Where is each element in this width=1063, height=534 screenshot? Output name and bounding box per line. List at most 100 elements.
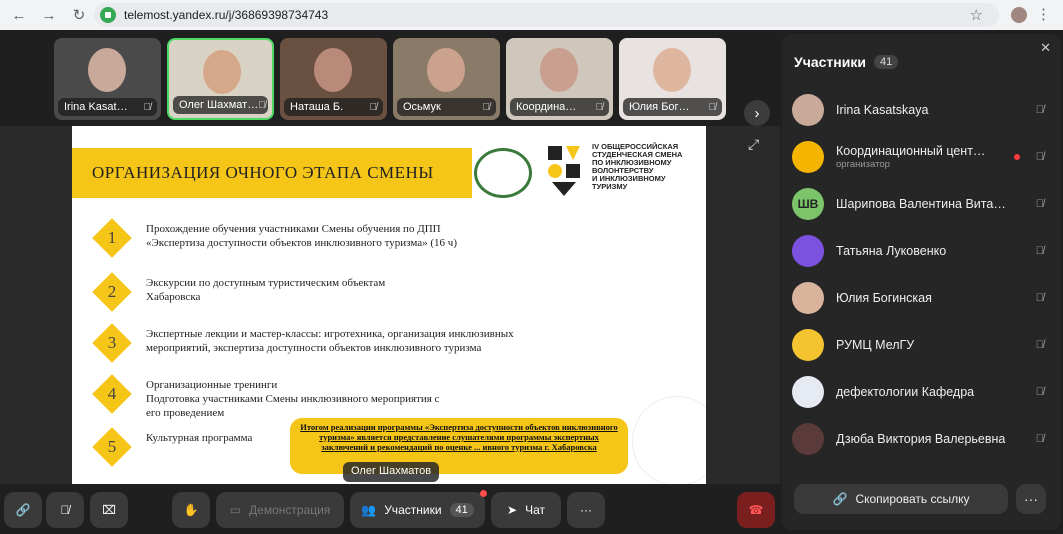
tile-label: Координа… 🎙̸	[510, 98, 609, 116]
tile-label: Наташа Б. 🎙̸	[284, 98, 383, 116]
participant-name: РУМЦ МелГУ	[836, 337, 915, 352]
panel-more-button[interactable]: ···	[1016, 484, 1046, 514]
mic-off-icon: 🎙̸	[595, 101, 604, 113]
participant-video	[653, 48, 691, 92]
mic-off-icon: 🎙̸	[1035, 103, 1044, 116]
participants-label: Участники	[384, 503, 442, 517]
link-icon[interactable]: 🔗	[4, 492, 42, 528]
event-logo	[548, 146, 580, 196]
video-tile[interactable]: Осьмук 🎙̸	[393, 38, 500, 120]
slide-item: 1 Прохождение обучения участниками Смены …	[92, 218, 692, 262]
bookmark-star-icon[interactable]: ☆	[970, 6, 983, 24]
avatar	[792, 93, 824, 126]
video-tile[interactable]: Координа… 🎙̸	[506, 38, 613, 120]
avatar: ШВ	[792, 187, 824, 220]
participant-video	[314, 48, 352, 92]
video-tile[interactable]: Юлия Бог… 🎙̸	[619, 38, 726, 120]
address-bar[interactable]: telemost.yandex.ru/j/36869398734743	[94, 3, 999, 27]
participant-name: Юлия Богинская	[836, 290, 932, 305]
participant-name-block: Шарипова Валентина Вита…	[836, 197, 1008, 211]
chat-button[interactable]: ➤ Чат	[491, 492, 561, 528]
hang-up-icon[interactable]: ☎	[737, 492, 775, 528]
forward-icon[interactable]: →	[38, 4, 60, 26]
tile-label: Irina Kasat… 🎙̸	[58, 98, 157, 116]
participant-video	[540, 48, 578, 92]
speaker-name-tag: Олег Шахматов	[343, 462, 440, 482]
video-tile[interactable]: Наташа Б. 🎙̸	[280, 38, 387, 120]
participant-name: Шарипова Валентина Вита…	[836, 196, 1006, 211]
tile-name: Наташа Б.	[290, 101, 344, 113]
participants-panel-title: Участники	[794, 54, 866, 70]
mic-off-icon: 🎙̸	[1035, 432, 1044, 445]
participant-video	[88, 48, 126, 92]
avatar	[792, 375, 824, 408]
slide-title-bar: ОРГАНИЗАЦИЯ ОЧНОГО ЭТАПА СМЕНЫ	[72, 148, 472, 198]
mic-off-icon: 🎙̸	[1035, 150, 1044, 163]
item-number: 2	[107, 282, 117, 301]
participants-list[interactable]: Irina Kasatskaya 🎙̸ Координационный цент… о…	[792, 86, 1052, 470]
more-options-button[interactable]: ···	[567, 492, 605, 528]
video-tile[interactable]: Irina Kasat… 🎙̸	[54, 38, 161, 120]
link-icon: 🔗	[832, 492, 848, 506]
screen-share-button[interactable]: ▭ Демонстрация	[216, 492, 344, 528]
notification-dot	[480, 490, 487, 497]
participant-row[interactable]: Координационный цент… организатор 🎙̸	[792, 133, 1052, 180]
participants-icon: 👥	[361, 503, 377, 517]
mic-off-icon[interactable]: 🎙̸	[46, 492, 84, 528]
participant-row[interactable]: РУМЦ МелГУ 🎙̸	[792, 321, 1052, 368]
avatar-initials: ШВ	[797, 196, 819, 211]
item-number: 5	[107, 437, 117, 456]
item-number: 4	[107, 384, 117, 403]
mic-off-icon: 🎙̸	[708, 101, 717, 113]
participant-row[interactable]: Татьяна Луковенко 🎙̸	[792, 227, 1052, 274]
participant-name-block: Юлия Богинская	[836, 291, 1008, 305]
slide-item: 4 Организационные тренинги Подготовка уча…	[92, 374, 692, 419]
avatar	[792, 422, 824, 455]
participant-row[interactable]: ШВ Шарипова Валентина Вита… 🎙̸	[792, 180, 1052, 227]
chat-send-icon: ➤	[507, 503, 518, 517]
participant-video	[203, 50, 241, 94]
item-number: 3	[107, 333, 117, 352]
participant-row[interactable]: дефектологии Кафедра 🎙̸	[792, 368, 1052, 415]
participants-panel-count: 41	[873, 55, 899, 69]
chat-label: Чат	[525, 503, 545, 517]
video-tiles: Irina Kasat… 🎙̸ Олег Шахмат… 🎙̸ Наташа Б. 🎙̸ О…	[54, 38, 726, 120]
copy-link-button[interactable]: 🔗 Скопировать ссылку	[794, 484, 1008, 514]
item-number: 1	[107, 228, 117, 247]
fullscreen-icon[interactable]: ⤢	[748, 136, 759, 153]
participants-panel: Участники 41 ✕ Irina Kasatskaya 🎙̸ Координ…	[782, 34, 1061, 530]
back-icon[interactable]: ←	[8, 4, 30, 26]
mic-off-icon: 🎙̸	[1035, 338, 1044, 351]
mic-off-icon: 🎙̸	[1035, 291, 1044, 304]
profile-avatar[interactable]	[1011, 7, 1027, 23]
participant-name-block: дефектологии Кафедра	[836, 385, 1008, 399]
participants-count: 41	[449, 503, 474, 517]
participant-row[interactable]: Irina Kasatskaya 🎙̸	[792, 86, 1052, 133]
mic-off-icon: 🎙̸	[1035, 244, 1044, 257]
presentation-slide: ОРГАНИЗАЦИЯ ОЧНОГО ЭТАПА СМЕНЫ IV ОБЩЕРО…	[72, 126, 706, 484]
next-tiles-chevron-icon[interactable]: ›	[744, 100, 770, 126]
participant-row[interactable]: Дзюба Виктория Валерьевна 🎙̸	[792, 415, 1052, 462]
participant-name: дефектологии Кафедра	[836, 384, 975, 399]
participants-panel-header: Участники 41	[794, 54, 899, 70]
video-tile[interactable]: Олег Шахмат… 🎙̸	[167, 38, 274, 120]
slide-title: ОРГАНИЗАЦИЯ ОЧНОГО ЭТАПА СМЕНЫ	[92, 163, 434, 182]
avatar	[792, 328, 824, 361]
avatar	[792, 140, 824, 173]
participant-row[interactable]: Юлия Богинская 🎙̸	[792, 274, 1052, 321]
tile-label: Олег Шахмат… 🎙̸	[173, 96, 268, 114]
mic-off-icon: 🎙̸	[1035, 197, 1044, 210]
camera-off-icon[interactable]: ⌧	[90, 492, 128, 528]
browser-toolbar: ← → ↻ telemost.yandex.ru/j/3686939873474…	[0, 0, 1063, 30]
slide-summary: Итогом реализации программы «Экспертиза …	[290, 418, 628, 474]
reload-icon[interactable]: ↻	[68, 4, 90, 26]
close-icon[interactable]: ✕	[1040, 40, 1051, 56]
item-text: Экскурсии по доступным туристическим объ…	[146, 277, 386, 303]
participants-button[interactable]: 👥 Участники 41	[350, 490, 487, 528]
mic-off-icon: 🎙̸	[258, 99, 266, 111]
site-icon	[100, 7, 116, 23]
browser-menu-icon[interactable]: ⋮	[1036, 5, 1051, 23]
raise-hand-icon[interactable]: ✋	[172, 492, 210, 528]
participant-role: организатор	[836, 158, 890, 170]
tile-name: Осьмук	[403, 101, 441, 113]
